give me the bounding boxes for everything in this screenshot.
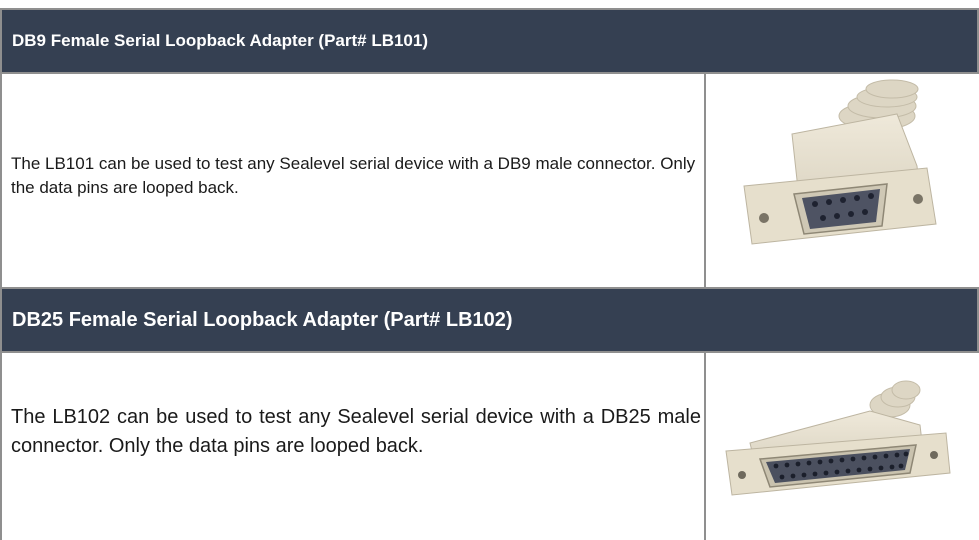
section-body-lb101: The LB101 can be used to test any Sealev… xyxy=(0,74,979,287)
product-description: The LB102 can be used to test any Sealev… xyxy=(11,406,701,457)
column-divider xyxy=(704,353,706,540)
section-body-lb102: The LB102 can be used to test any Sealev… xyxy=(0,353,979,540)
section-title: DB25 Female Serial Loopback Adapter (Par… xyxy=(12,308,513,331)
section-header-lb102: DB25 Female Serial Loopback Adapter (Par… xyxy=(0,287,979,353)
section-title: DB9 Female Serial Loopback Adapter (Part… xyxy=(12,31,429,50)
section-header-lb101: DB9 Female Serial Loopback Adapter (Part… xyxy=(0,8,979,74)
db25-connector-image xyxy=(725,380,951,496)
product-document: DB9 Female Serial Loopback Adapter (Part… xyxy=(0,0,979,540)
product-description: The LB101 can be used to test any Sealev… xyxy=(11,154,696,197)
column-divider xyxy=(704,74,706,287)
db9-connector-image xyxy=(743,79,937,245)
